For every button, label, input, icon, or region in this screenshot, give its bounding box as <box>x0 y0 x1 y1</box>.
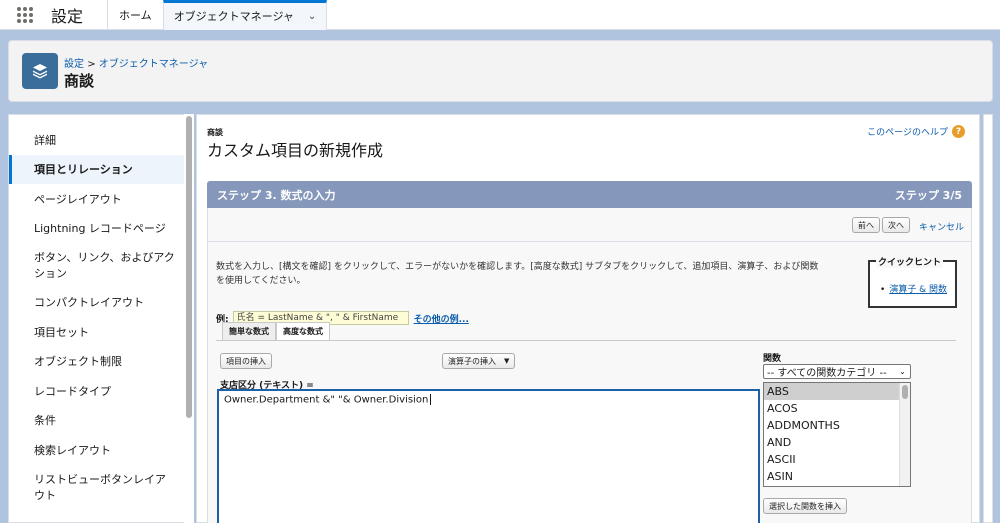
formula-tabs: 簡単な数式 高度な数式 <box>222 322 330 341</box>
previous-button[interactable]: 前へ <box>852 217 880 233</box>
caret-down-icon: ▼ <box>504 357 510 365</box>
sidebar-item-object-limits[interactable]: オブジェクト制限 <box>9 353 185 370</box>
layers-icon <box>22 53 58 89</box>
tab-simple-formula[interactable]: 簡単な数式 <box>222 322 276 341</box>
instructions-line-1: 数式を入力し、[構文を確認] をクリックして、エラーがないかを確認します。[高度… <box>216 262 819 272</box>
breadcrumb-object-manager[interactable]: オブジェクトマネージャ <box>99 59 208 70</box>
sidebar-item-conditions[interactable]: 条件 <box>9 412 185 429</box>
insert-operator-button[interactable]: 演算子の挿入 ▼ <box>442 353 516 369</box>
insert-selected-function-button[interactable]: 選択した関数を挿入 <box>763 498 847 514</box>
function-item[interactable]: ASCII <box>764 451 910 468</box>
sidebar-item-lightning-record-pages[interactable]: Lightning レコードページ <box>9 220 185 237</box>
quick-hint-title: クイックヒント <box>876 255 944 268</box>
sidebar-item-record-types[interactable]: レコードタイプ <box>9 383 185 400</box>
sidebar-item-compact-layouts[interactable]: コンパクトレイアウト <box>9 294 185 311</box>
global-header: 設定 ホーム オブジェクトマネージャ ⌄ <box>0 0 1000 30</box>
main-scrollbar[interactable] <box>983 114 993 523</box>
nav-tab-object-manager-label: オブジェクトマネージャ <box>173 10 294 23</box>
chevron-down-icon: ⌄ <box>899 367 906 376</box>
operators-functions-link[interactable]: 演算子 & 関数 <box>880 282 947 295</box>
object-header: 設定 > オブジェクトマネージャ 商談 <box>8 40 993 102</box>
next-button[interactable]: 次へ <box>882 217 910 233</box>
breadcrumb-setup[interactable]: 設定 <box>64 59 84 70</box>
function-item[interactable]: ADDMONTHS <box>764 417 910 434</box>
instructions: 数式を入力し、[構文を確認] をクリックして、エラーがないかを確認します。[高度… <box>216 260 866 288</box>
step-counter: ステップ 3/5 <box>894 189 962 202</box>
quick-hint-box: クイックヒント 演算子 & 関数 <box>868 255 957 308</box>
function-item[interactable]: AND <box>764 434 910 451</box>
chevron-down-icon[interactable]: ⌄ <box>308 11 316 22</box>
function-list[interactable]: ABS ACOS ADDMONTHS AND ASCII ASIN <box>763 382 911 487</box>
tab-advanced-formula[interactable]: 高度な数式 <box>276 322 330 341</box>
function-list-scrollbar-thumb[interactable] <box>902 385 908 399</box>
sidebar-item-list-view-button-layout-cont[interactable]: ウト <box>9 487 185 504</box>
nav-tab-object-manager[interactable]: オブジェクトマネージャ ⌄ <box>162 0 328 30</box>
divider <box>208 241 971 242</box>
help-link-label[interactable]: このページのヘルプ <box>867 125 948 138</box>
function-category-select[interactable]: -- すべての関数カテゴリ -- ⌄ <box>763 364 911 379</box>
sidebar-item-field-sets[interactable]: 項目セット <box>9 324 185 341</box>
sidebar-item-buttons-links-actions[interactable]: ボタン、リンク、およびアク <box>9 249 185 266</box>
app-name: 設定 <box>51 6 84 26</box>
sidebar-item-search-layouts[interactable]: 検索レイアウト <box>9 442 185 459</box>
function-item[interactable]: ASIN <box>764 468 910 485</box>
formula-editor[interactable]: Owner.Department &" "& Owner.Division <box>217 389 760 523</box>
help-icon[interactable]: ? <box>952 125 965 138</box>
page-title: カスタム項目の新規作成 <box>207 141 384 160</box>
more-examples-link[interactable]: その他の例... <box>414 312 469 325</box>
instructions-line-2: を使用してください。 <box>216 276 306 286</box>
breadcrumb-separator: > <box>87 59 96 70</box>
sidebar: 詳細 項目とリレーション ページレイアウト Lightning レコードページ … <box>8 114 194 523</box>
function-item[interactable]: ABS <box>764 383 910 400</box>
sidebar-item-page-layouts[interactable]: ページレイアウト <box>9 191 185 208</box>
cancel-link[interactable]: キャンセル <box>919 220 964 233</box>
step-header: ステップ 3. 数式の入力 ステップ 3/5 <box>207 181 972 208</box>
main-content: 商談 カスタム項目の新規作成 このページのヘルプ ? ステップ 3. 数式の入力… <box>196 114 980 523</box>
help-link[interactable]: このページのヘルプ ? <box>867 125 965 138</box>
step-body: 前へ 次へ キャンセル 数式を入力し、[構文を確認] をクリックして、エラーがな… <box>207 208 972 523</box>
functions-label: 関数 <box>763 354 782 364</box>
sidebar-item-fields-relationships[interactable]: 項目とリレーション <box>9 155 185 184</box>
app-launcher-icon[interactable] <box>17 6 33 23</box>
function-list-scrollbar[interactable] <box>899 383 910 486</box>
nav-tab-home[interactable]: ホーム <box>107 0 163 30</box>
sidebar-scrollbar-thumb[interactable] <box>186 116 192 418</box>
sidebar-item-list-view-button-layout[interactable]: リストビューボタンレイア <box>9 471 185 488</box>
tab-divider <box>216 340 956 341</box>
insert-field-button[interactable]: 項目の挿入 <box>220 353 272 369</box>
insert-operator-label: 演算子の挿入 <box>448 356 496 366</box>
breadcrumb: 設定 > オブジェクトマネージャ <box>64 55 208 70</box>
sidebar-item-buttons-links-actions-cont[interactable]: ション <box>9 265 185 282</box>
sidebar-item-details[interactable]: 詳細 <box>9 132 185 149</box>
object-title: 商談 <box>64 72 95 90</box>
function-category-value: -- すべての関数カテゴリ -- <box>767 368 887 379</box>
step-title: ステップ 3. 数式の入力 <box>217 189 336 202</box>
function-item[interactable]: ACOS <box>764 400 910 417</box>
